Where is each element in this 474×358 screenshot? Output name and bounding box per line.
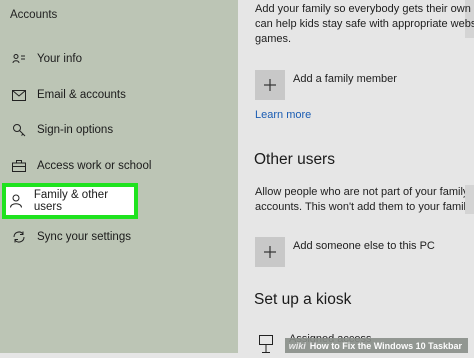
other-users-description-line: accounts. This won't add them to your fa… <box>255 201 474 213</box>
mail-icon <box>8 89 30 101</box>
briefcase-icon <box>8 160 30 172</box>
person-card-icon <box>8 53 30 65</box>
other-users-description-line: Allow people who are not part of your fa… <box>255 186 474 198</box>
main-content: Add your family so everybody gets their … <box>238 0 474 353</box>
add-someone-else-button[interactable]: Add someone else to this PC <box>255 237 435 267</box>
sidebar-item-sign-in-options[interactable]: Sign-in options <box>6 115 234 145</box>
add-someone-else-label: Add someone else to this PC <box>293 240 435 252</box>
sidebar-item-label: Your info <box>37 53 82 65</box>
family-description-line: games. <box>255 33 292 45</box>
sidebar-item-your-info[interactable]: Your info <box>6 44 234 74</box>
family-description-line: can help kids stay safe with appropriate… <box>255 18 474 30</box>
sidebar-item-label: Family & other users <box>33 189 109 213</box>
other-users-description: Allow people who are not part of your fa… <box>255 185 474 215</box>
watermark: wiki How to Fix the Windows 10 Taskbar <box>284 338 468 353</box>
sidebar-item-family-other-users[interactable]: Family & other users <box>2 183 138 219</box>
family-description-line: Add your family so everybody gets their … <box>255 3 474 15</box>
plus-icon <box>255 70 285 100</box>
sidebar-item-label: Access work or school <box>37 160 152 172</box>
plus-icon <box>255 237 285 267</box>
sidebar-item-label: Sync your settings <box>37 231 131 243</box>
sidebar-item-email-accounts[interactable]: Email & accounts <box>6 80 234 110</box>
sidebar-item-access-work[interactable]: Access work or school <box>6 151 234 181</box>
kiosk-title: Set up a kiosk <box>254 291 352 308</box>
watermark-text: How to Fix the Windows 10 Taskbar <box>309 340 462 351</box>
add-family-member-button[interactable]: Add a family member <box>255 70 397 100</box>
sidebar-item-label: Sign-in options <box>37 124 114 136</box>
scrollbar-segment[interactable] <box>465 185 474 214</box>
watermark-logo: wiki <box>288 340 306 351</box>
sidebar-item-sync-settings[interactable]: Sync your settings <box>6 222 234 252</box>
add-family-member-label: Add a family member <box>293 73 397 85</box>
key-icon <box>8 123 30 137</box>
sidebar-title: Accounts <box>10 9 58 21</box>
kiosk-monitor-icon <box>259 335 273 358</box>
sync-icon <box>8 230 30 244</box>
person-icon <box>6 194 27 208</box>
family-description: Add your family so everybody gets their … <box>255 2 474 47</box>
settings-sidebar: Accounts Your info Email & accounts Sign… <box>0 0 238 353</box>
learn-more-link[interactable]: Learn more <box>255 109 311 121</box>
sidebar-item-label: Email & accounts <box>37 89 126 101</box>
other-users-title: Other users <box>254 151 335 168</box>
